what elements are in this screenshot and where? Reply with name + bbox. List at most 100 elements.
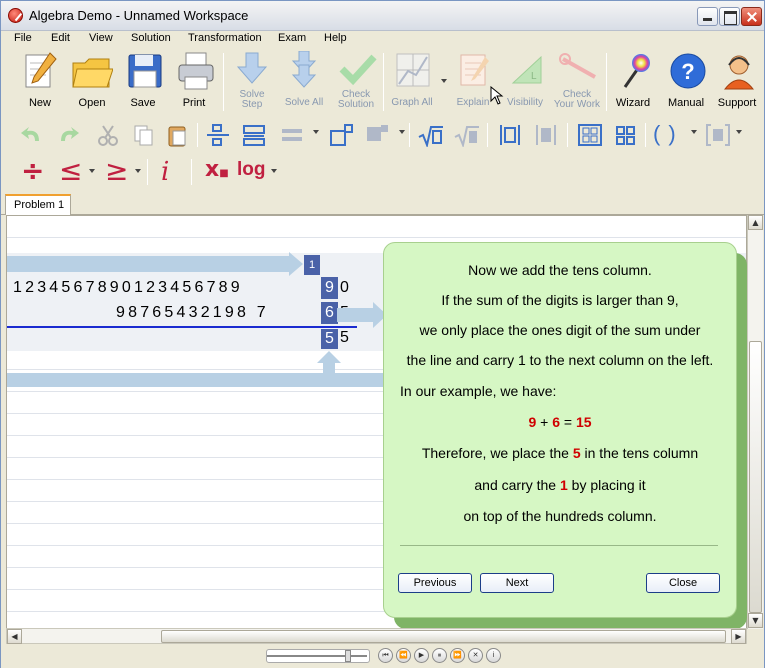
less-equal-icon[interactable]: ≤	[59, 155, 82, 187]
explanation-line-1: Now we add the tens column.	[468, 262, 652, 278]
first-step-icon[interactable]: ⏮	[378, 648, 393, 663]
matrix-icon[interactable]	[577, 123, 603, 147]
scroll-up-icon[interactable]: ▲	[748, 215, 763, 230]
menu-bar: File Edit View Solution Transformation E…	[1, 32, 764, 48]
copy-icon[interactable]	[131, 123, 157, 147]
support-button[interactable]: Support	[717, 51, 757, 111]
imaginary-unit-icon[interactable]: i	[161, 155, 169, 189]
scroll-right-icon[interactable]: ▶	[731, 629, 746, 644]
check-solution-button[interactable]: Check Solution	[335, 51, 377, 111]
app-logo-icon	[8, 8, 23, 23]
menu-exam[interactable]: Exam	[275, 32, 309, 44]
subscript-icon[interactable]: x■	[205, 157, 229, 187]
double-down-arrow-icon	[286, 50, 322, 89]
equation-sum: 15	[575, 414, 592, 430]
layout-dropdown-icon[interactable]	[313, 130, 319, 134]
explanation-line-7: and carry the 1 by placing it	[384, 470, 736, 500]
minimize-button[interactable]	[697, 7, 718, 26]
sum-line	[7, 326, 357, 328]
tab-problem-1[interactable]: Problem 1	[5, 194, 71, 215]
equation-b: 6	[552, 414, 560, 430]
graph-all-button[interactable]: Graph All	[389, 51, 435, 111]
subscript-box-icon[interactable]	[365, 123, 391, 147]
menu-edit[interactable]: Edit	[48, 32, 73, 44]
vertical-scrollbar[interactable]: ▲ ▼	[747, 215, 763, 629]
stop-icon[interactable]: ✕	[468, 648, 483, 663]
bracket-type-dropdown-icon[interactable]	[736, 130, 742, 134]
inequality-dropdown-icon[interactable]	[89, 169, 95, 173]
support-person-icon	[719, 51, 755, 90]
bracket-dropdown-icon[interactable]	[691, 130, 697, 134]
inequality-more-dropdown-icon[interactable]	[135, 169, 141, 173]
play-icon[interactable]: ▶	[414, 648, 429, 663]
menu-solution[interactable]: Solution	[128, 32, 174, 44]
fast-forward-icon[interactable]: ⏩	[450, 648, 465, 663]
brackets-icon[interactable]	[705, 123, 731, 147]
next-button[interactable]: Next	[480, 573, 554, 593]
absolute-value-icon[interactable]	[497, 123, 523, 147]
divide-icon[interactable]: ÷	[21, 155, 44, 187]
explain-button[interactable]: Explain	[453, 51, 493, 111]
log-dropdown-icon[interactable]	[271, 169, 277, 173]
help-question-icon: ?	[668, 51, 706, 89]
nth-root-icon[interactable]	[453, 123, 479, 147]
visibility-button[interactable]: L Visibility	[505, 51, 545, 111]
checkmark-icon	[338, 51, 377, 89]
info-icon[interactable]: i	[486, 648, 501, 663]
square-root-icon[interactable]	[417, 123, 443, 147]
new-button[interactable]: New	[21, 51, 59, 111]
greater-equal-icon[interactable]: ≥	[105, 155, 128, 187]
solve-all-button[interactable]: Solve All	[281, 50, 327, 111]
playback-bar: ⏮ ⏪ ▶ ⏸ ⏩ ✕ i	[1, 645, 764, 668]
visibility-triangle-icon: L	[507, 51, 543, 89]
wizard-button[interactable]: Wizard	[613, 51, 653, 111]
close-window-button[interactable]	[741, 7, 762, 26]
solve-step-button[interactable]: Solve Step	[233, 51, 271, 111]
check-your-work-button[interactable]: Check Your Work	[554, 51, 600, 111]
rewind-icon[interactable]: ⏪	[396, 648, 411, 663]
stacked-layout-icon[interactable]	[241, 123, 267, 147]
pause-icon[interactable]: ⏸	[432, 648, 447, 663]
check-work-wrench-icon	[559, 51, 596, 89]
division-layout-icon[interactable]	[279, 123, 305, 147]
scroll-down-icon[interactable]: ▼	[748, 613, 763, 628]
explanation-line-6: Therefore, we place the 5 in the tens co…	[384, 438, 736, 468]
vertical-scroll-thumb[interactable]	[749, 341, 762, 613]
previous-button[interactable]: Previous	[398, 573, 472, 593]
line7-pre: and carry the	[474, 477, 560, 493]
cut-icon[interactable]	[95, 123, 121, 147]
result-arrow	[7, 351, 387, 387]
fraction-layout-icon[interactable]	[205, 123, 231, 147]
open-button[interactable]: Open	[71, 51, 114, 111]
matrix-grid-icon[interactable]	[613, 123, 639, 147]
scroll-left-icon[interactable]: ◀	[7, 629, 22, 644]
absolute-box-icon[interactable]	[533, 123, 559, 147]
line7-num: 1	[559, 477, 568, 493]
paren-open: (	[653, 121, 661, 146]
first-addend: 1234567890123456789	[13, 279, 243, 296]
menu-transformation[interactable]: Transformation	[185, 32, 265, 44]
horizontal-scroll-thumb[interactable]	[161, 630, 726, 643]
horizontal-scrollbar[interactable]: ◀ ▶	[6, 628, 747, 644]
print-button[interactable]: Print	[174, 51, 214, 111]
graph-dropdown-icon[interactable]	[441, 79, 447, 83]
explanation-line-5: In our example, we have:	[400, 383, 557, 399]
close-button[interactable]: Close	[646, 573, 720, 593]
playback-slider-handle[interactable]	[345, 650, 351, 662]
save-button[interactable]: Save	[123, 51, 163, 111]
playback-slider[interactable]	[266, 649, 370, 663]
power-dropdown-icon[interactable]	[399, 130, 405, 134]
menu-view[interactable]: View	[86, 32, 116, 44]
redo-icon[interactable]	[55, 123, 81, 147]
wizard-label: Wizard	[615, 97, 651, 109]
parentheses-icon[interactable]: ()	[653, 121, 676, 147]
symbols-toolbar: ÷ ≤ ≥ i x■ log	[1, 155, 764, 187]
paste-icon[interactable]	[165, 123, 191, 147]
maximize-button[interactable]	[719, 7, 740, 26]
manual-button[interactable]: ? Manual	[665, 51, 707, 111]
log-icon[interactable]: log	[237, 159, 266, 181]
menu-help[interactable]: Help	[321, 32, 350, 44]
undo-icon[interactable]	[19, 123, 45, 147]
exponent-icon[interactable]	[329, 123, 355, 147]
menu-file[interactable]: File	[11, 32, 35, 44]
